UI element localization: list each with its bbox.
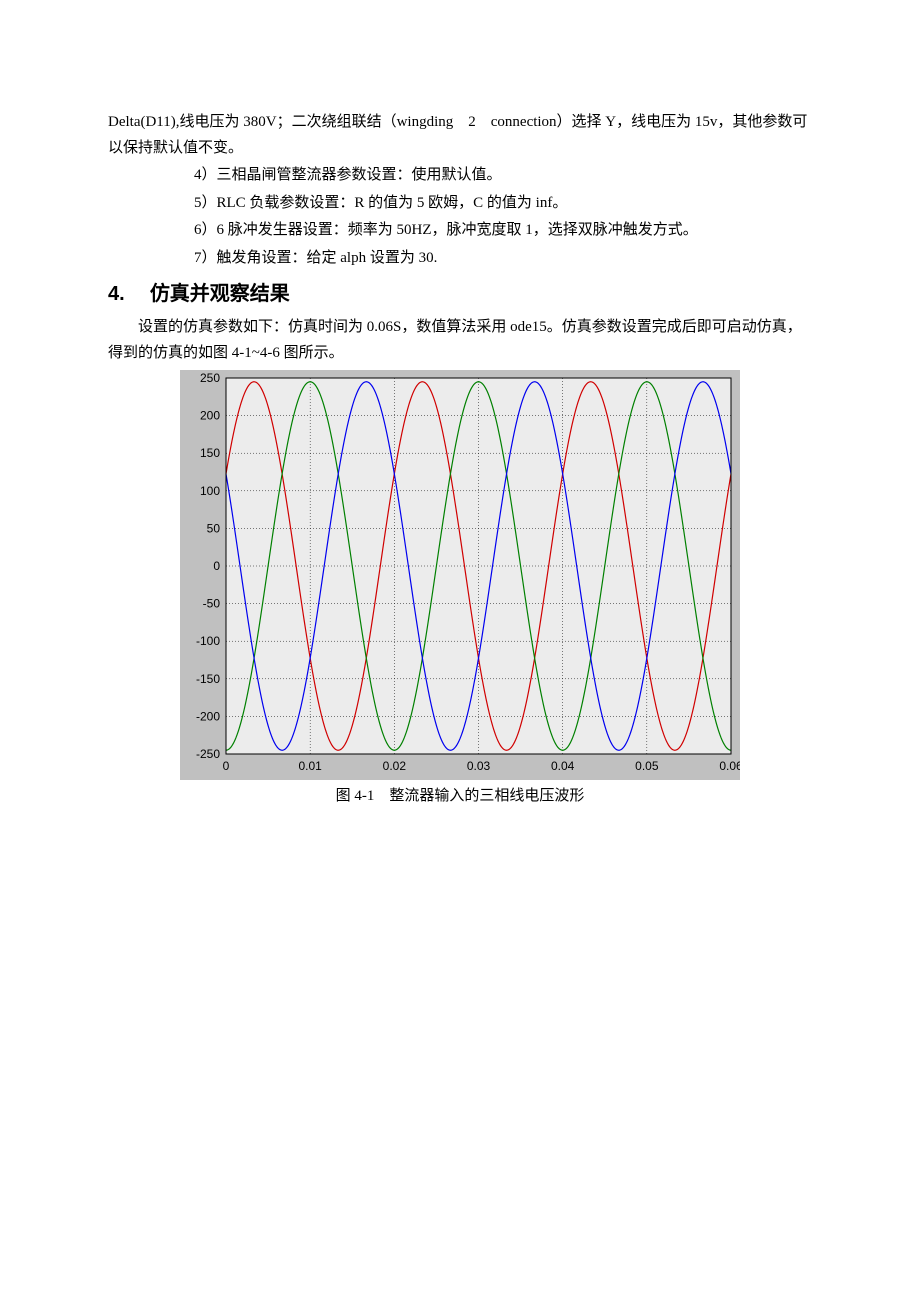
svg-text:0: 0 [223, 759, 230, 773]
svg-text:0.01: 0.01 [298, 759, 322, 773]
svg-text:250: 250 [200, 371, 220, 385]
heading-title: 仿真并观察结果 [150, 283, 290, 305]
svg-text:150: 150 [200, 446, 220, 460]
svg-text:0.06: 0.06 [719, 759, 740, 773]
svg-text:-100: -100 [196, 634, 220, 648]
svg-text:-150: -150 [196, 672, 220, 686]
svg-text:0.03: 0.03 [467, 759, 491, 773]
list-item-4: 4）三相晶闸管整流器参数设置：使用默认值。 [108, 163, 812, 189]
svg-text:200: 200 [200, 409, 220, 423]
svg-text:0.04: 0.04 [551, 759, 575, 773]
svg-text:-200: -200 [196, 709, 220, 723]
svg-text:100: 100 [200, 484, 220, 498]
section-heading: 4. 仿真并观察结果 [108, 277, 812, 311]
svg-text:0: 0 [213, 559, 220, 573]
list-item-5: 5）RLC 负载参数设置：R 的值为 5 欧姆，C 的值为 inf。 [108, 191, 812, 217]
svg-text:0.02: 0.02 [383, 759, 407, 773]
svg-text:-250: -250 [196, 747, 220, 761]
figure-caption: 图 4-1 整流器输入的三相线电压波形 [108, 784, 812, 810]
svg-text:50: 50 [207, 521, 221, 535]
svg-text:-50: -50 [203, 597, 221, 611]
document-page: Delta(D11),线电压为 380V；二次绕组联结（wingding 2 c… [0, 0, 920, 1302]
paragraph-simulation: 设置的仿真参数如下：仿真时间为 0.06S，数值算法采用 ode15。仿真参数设… [108, 315, 812, 366]
svg-text:0.05: 0.05 [635, 759, 659, 773]
heading-number: 4. [108, 283, 125, 305]
list-item-7: 7）触发角设置：给定 alph 设置为 30. [108, 246, 812, 272]
figure-4-1: 0 0.01 0.02 0.03 0.04 0.05 0.06 -250 -200 -150 -10… [108, 370, 812, 810]
paragraph-intro: Delta(D11),线电压为 380V；二次绕组联结（wingding 2 c… [108, 110, 812, 161]
list-item-6: 6）6 脉冲发生器设置：频率为 50HZ，脉冲宽度取 1，选择双脉冲触发方式。 [108, 218, 812, 244]
three-phase-waveform-chart: 0 0.01 0.02 0.03 0.04 0.05 0.06 -250 -200 -150 -10… [180, 370, 740, 780]
